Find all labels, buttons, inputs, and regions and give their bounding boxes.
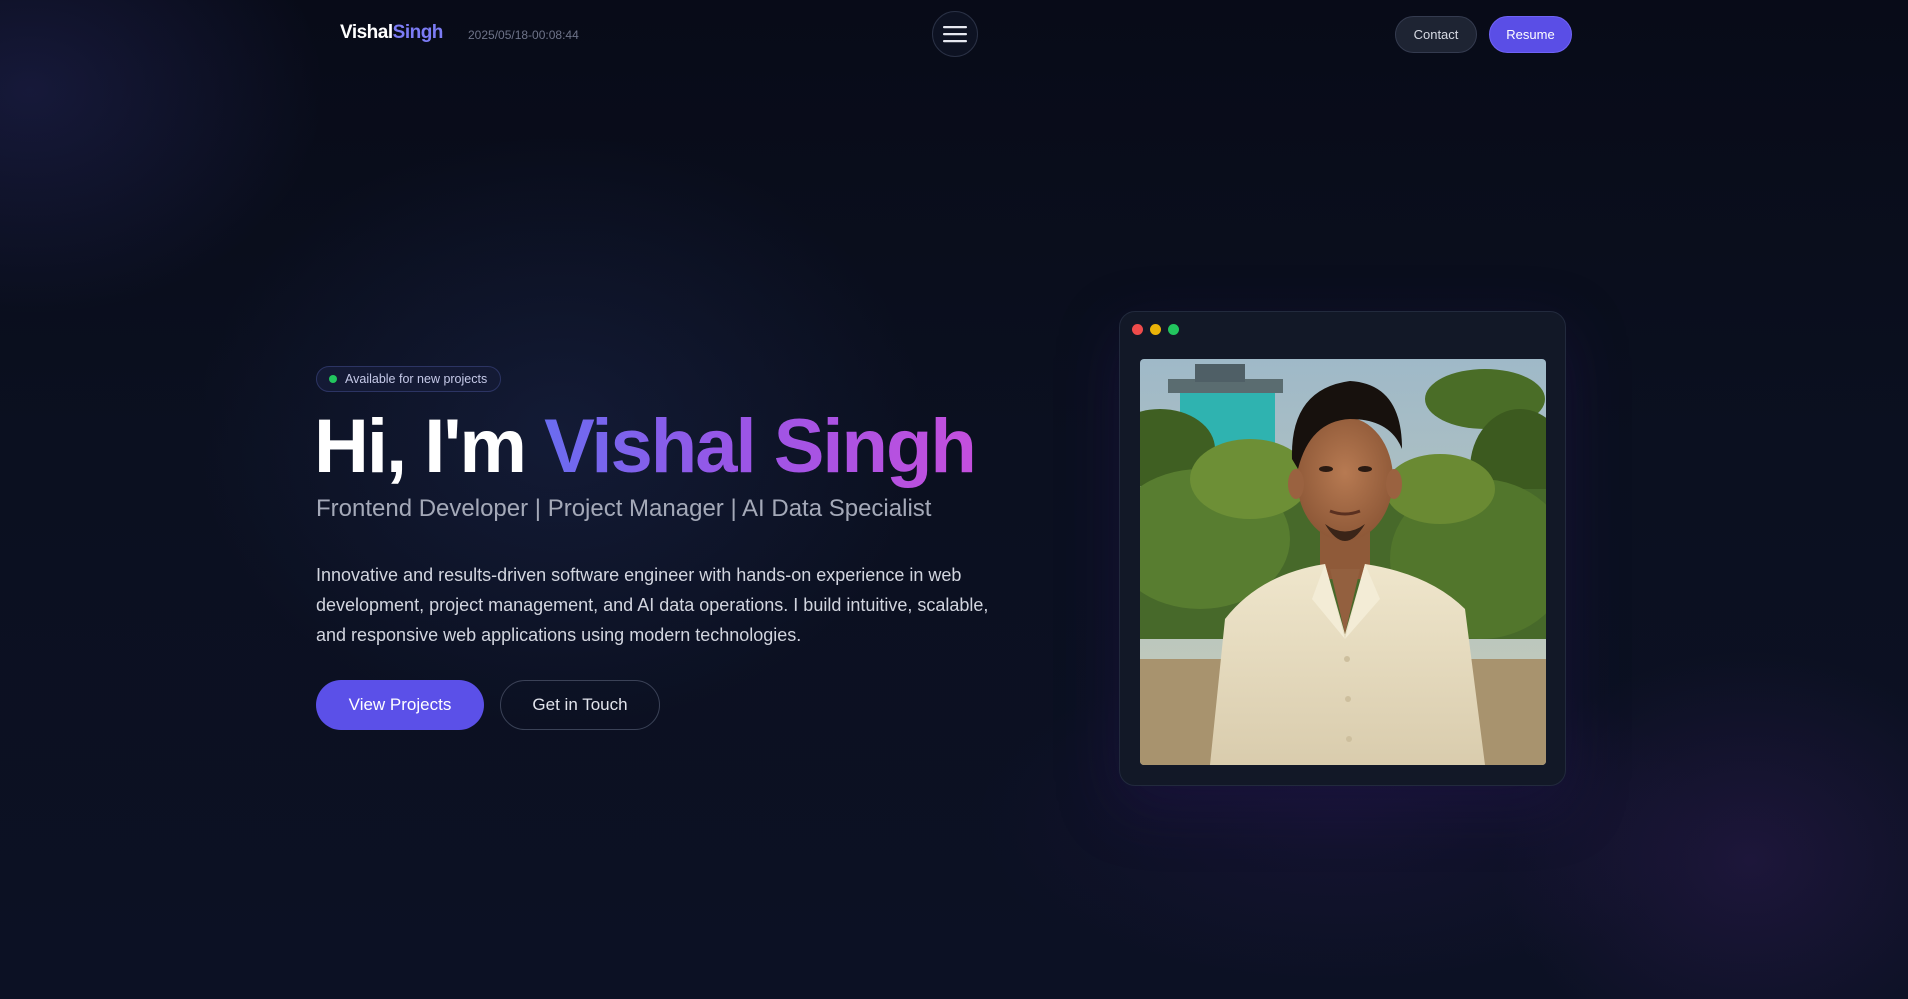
window-close-dot-icon bbox=[1132, 324, 1143, 335]
brand-logo[interactable]: VishalSingh bbox=[340, 22, 443, 44]
hero-subtitle: Frontend Developer | Project Manager | A… bbox=[316, 495, 932, 522]
status-dot-icon bbox=[329, 375, 337, 383]
status-badge: Available for new projects bbox=[316, 366, 502, 392]
resume-button[interactable]: Resume bbox=[1489, 16, 1572, 53]
hero-name: Vishal Singh bbox=[544, 404, 977, 489]
view-projects-button[interactable]: View Projects bbox=[316, 680, 484, 730]
status-badge-label: Available for new projects bbox=[345, 372, 488, 386]
portrait-image bbox=[1140, 359, 1546, 765]
contact-button[interactable]: Contact bbox=[1395, 16, 1477, 53]
photo-card bbox=[1119, 311, 1566, 786]
hero-greeting: Hi, I'm bbox=[314, 404, 545, 489]
hero-description: Innovative and results-driven software e… bbox=[316, 565, 989, 645]
get-in-touch-button[interactable]: Get in Touch bbox=[500, 680, 660, 730]
timestamp: 2025/05/18-00:08:44 bbox=[468, 28, 579, 42]
menu-button[interactable] bbox=[932, 11, 978, 57]
brand-first-name: Vishal bbox=[340, 22, 393, 43]
brand-last-name: Singh bbox=[392, 22, 444, 43]
hamburger-menu-icon bbox=[943, 26, 967, 43]
site-header: VishalSingh 2025/05/18-00:08:44 Contact … bbox=[0, 0, 1908, 70]
hero-title: Hi, I'm Vishal Singh bbox=[314, 402, 977, 492]
portfolio-page: VishalSingh 2025/05/18-00:08:44 Contact … bbox=[0, 0, 1908, 999]
window-maximize-dot-icon bbox=[1168, 324, 1179, 335]
profile-photo bbox=[1140, 359, 1546, 765]
window-minimize-dot-icon bbox=[1150, 324, 1161, 335]
